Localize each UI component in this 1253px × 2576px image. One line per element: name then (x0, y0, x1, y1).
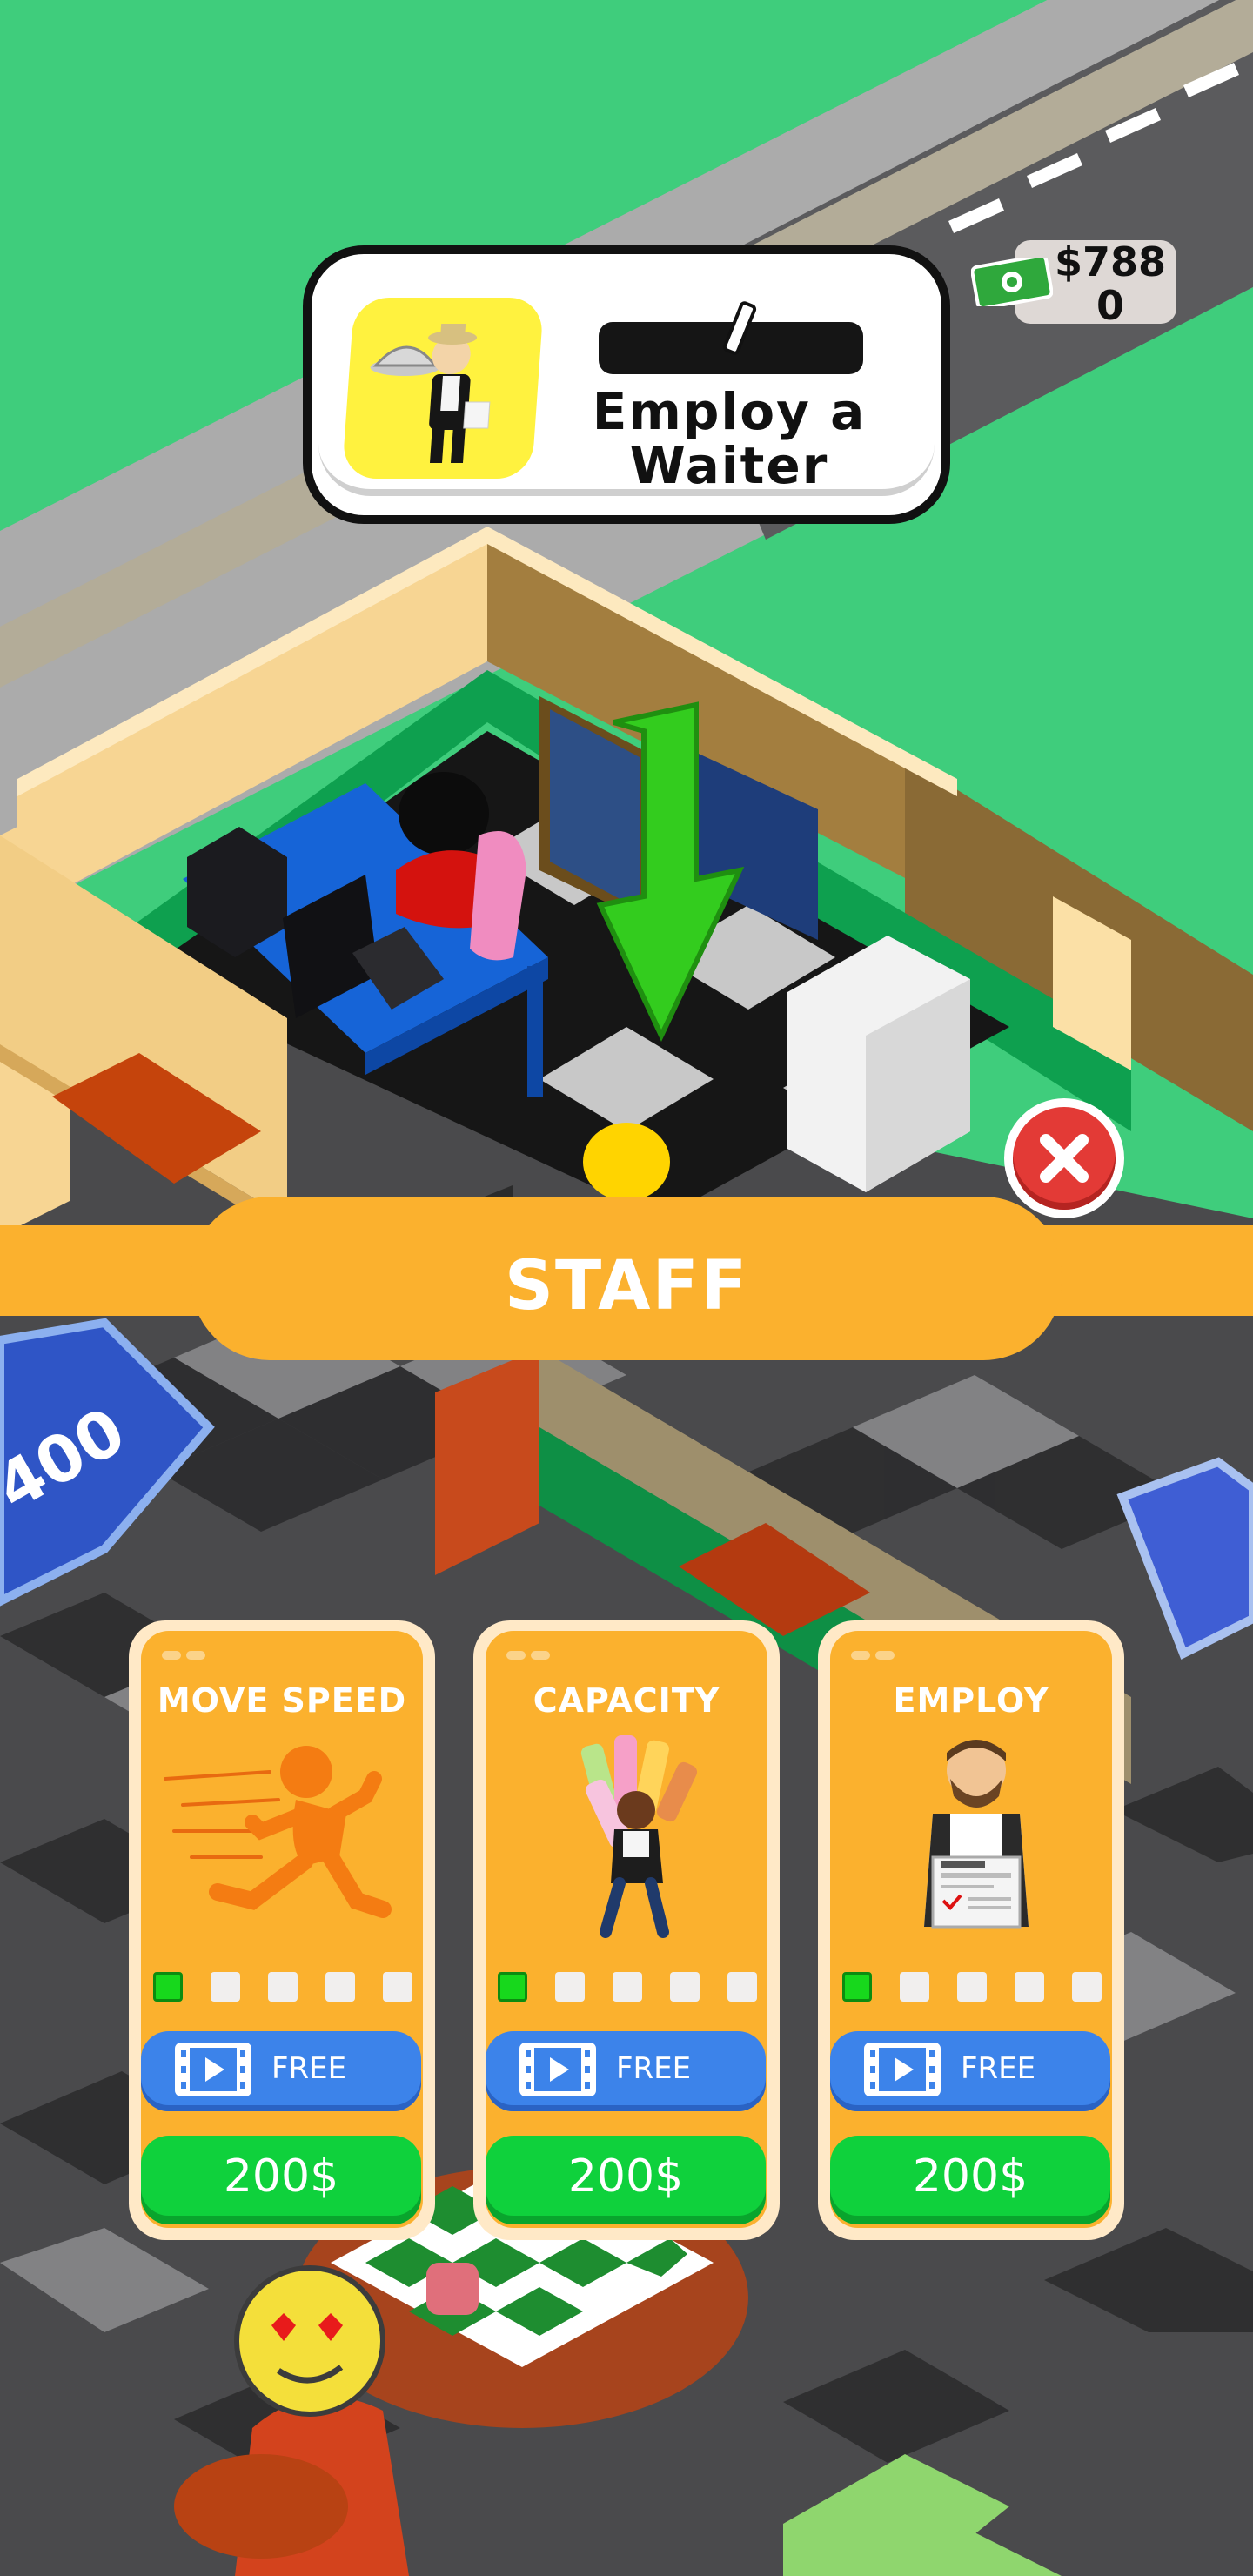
level-pip (613, 1972, 642, 2002)
video-ad-icon (864, 2043, 941, 2096)
watch-ad-free-button[interactable]: FREE (486, 2031, 766, 2111)
price-label: 200$ (567, 2150, 684, 2203)
video-ad-icon (175, 2043, 251, 2096)
close-icon (1040, 1134, 1089, 1183)
level-indicator (153, 1972, 414, 2003)
upgrade-card-employ: EMPLOY FREE 200$ (818, 1620, 1124, 2240)
free-label: FREE (271, 2051, 347, 2086)
level-pip (555, 1972, 585, 2002)
waiter-carrying-drinks-icon (580, 1735, 698, 1938)
video-ad-icon (519, 2043, 596, 2096)
free-label: FREE (616, 2051, 692, 2086)
buy-button[interactable]: 200$ (141, 2136, 421, 2224)
task-banner: Employ a Waiter (303, 245, 950, 524)
level-indicator (842, 1972, 1103, 2003)
buy-button[interactable]: 200$ (830, 2136, 1110, 2224)
level-pip (1015, 1972, 1044, 2002)
level-pip (1072, 1972, 1102, 2002)
desk-leg (527, 966, 543, 1097)
task-progress-bar (599, 299, 863, 374)
level-pip (842, 1972, 872, 2002)
price-label: 200$ (912, 2150, 1029, 2203)
free-label: FREE (961, 2051, 1036, 2086)
customer-chair (174, 2454, 348, 2559)
card-title: MOVE SPEED (157, 1681, 407, 1720)
buy-button[interactable]: 200$ (486, 2136, 766, 2224)
chef-with-newspaper-icon (924, 1740, 1029, 1929)
level-pip (153, 1972, 183, 2002)
watch-ad-free-button[interactable]: FREE (141, 2031, 421, 2111)
running-figure-icon (164, 1746, 392, 1918)
worker-head (399, 772, 489, 855)
card-title: CAPACITY (533, 1681, 720, 1720)
level-pip (727, 1972, 757, 2002)
close-button[interactable] (1004, 1098, 1124, 1218)
yellow-character (583, 1123, 670, 1201)
level-pip (498, 1972, 527, 2002)
level-pip (268, 1972, 298, 2002)
task-label: Employ a Waiter (592, 382, 867, 495)
level-pip (325, 1972, 355, 2002)
level-indicator (498, 1972, 759, 2003)
waiter-task-icon (341, 298, 545, 479)
napkin-holder (426, 2263, 479, 2315)
level-pip (957, 1972, 987, 2002)
panel-title: STAFF (504, 1247, 749, 1325)
level-pip (383, 1972, 412, 2002)
money-amount: $788 0 (1054, 238, 1167, 329)
money-counter: $788 0 (971, 240, 1176, 327)
level-pip (900, 1972, 929, 2002)
level-pip (670, 1972, 700, 2002)
level-pip (211, 1972, 240, 2002)
price-label: 200$ (223, 2150, 339, 2203)
love-emoji-icon (234, 2265, 385, 2417)
upgrade-card-move-speed: MOVE SPEED FREE 200$ (129, 1620, 435, 2240)
watch-ad-free-button[interactable]: FREE (830, 2031, 1110, 2111)
card-title: EMPLOY (893, 1681, 1049, 1720)
upgrade-card-capacity: CAPACITY FREE 200$ (473, 1620, 780, 2240)
